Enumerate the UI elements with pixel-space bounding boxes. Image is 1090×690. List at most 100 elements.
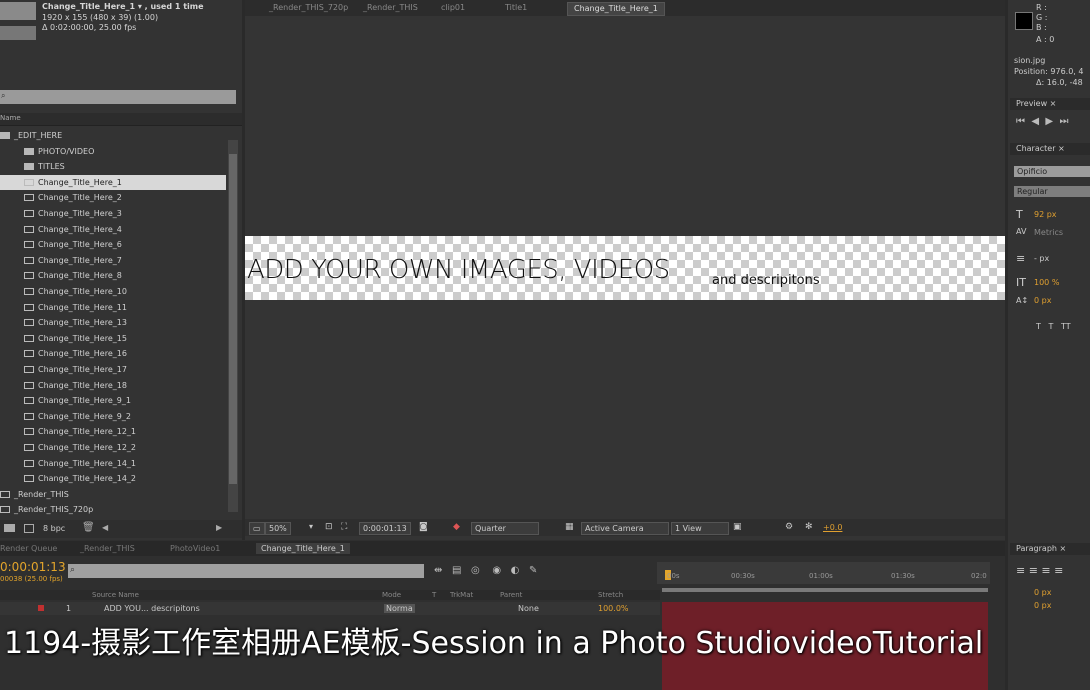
tree-item[interactable]: Change_Title_Here_12_2 <box>0 440 226 455</box>
tree-item[interactable]: Change_Title_Here_3 <box>0 206 226 221</box>
play-icon[interactable]: ▶ <box>1045 116 1053 127</box>
layer-parent-select[interactable]: None <box>518 604 539 613</box>
col-trkmat[interactable]: TrkMat <box>450 591 473 599</box>
scrollbar-thumb[interactable] <box>229 154 237 484</box>
paragraph-panel-header[interactable]: Paragraph × <box>1010 543 1090 555</box>
tree-item[interactable]: Change_Title_Here_14_1 <box>0 456 226 471</box>
project-search-input[interactable]: ⌕ <box>0 90 236 104</box>
timeline-search-input[interactable]: ⌕ <box>68 564 424 578</box>
tree-item[interactable]: Change_Title_Here_10 <box>0 284 226 299</box>
tree-item[interactable]: Change_Title_Here_16 <box>0 346 226 361</box>
tree-item[interactable]: Change_Title_Here_8 <box>0 268 226 283</box>
tree-item[interactable]: Change_Title_Here_13 <box>0 315 226 330</box>
camera-snapshot-icon[interactable]: ◙ <box>419 522 428 532</box>
shy-icon[interactable]: ◎ <box>471 565 480 576</box>
tree-item[interactable]: Change_Title_Here_9_2 <box>0 409 226 424</box>
exposure-value[interactable]: +0.0 <box>823 523 842 532</box>
comp-subtitle-text[interactable]: and descripitons <box>712 273 820 288</box>
folder-icon[interactable] <box>4 524 15 532</box>
tree-item[interactable]: Change_Title_Here_17 <box>0 362 226 377</box>
layer-mode-select[interactable]: Norma <box>384 604 415 613</box>
tab-render-queue[interactable]: Render Queue <box>0 543 57 554</box>
tree-item[interactable]: Change_Title_Here_11 <box>0 300 226 315</box>
comp-title-text[interactable]: ADD YOUR OWN IMAGES, VIDEOS <box>247 255 670 285</box>
indent-first-value[interactable]: 0 px <box>1034 601 1051 610</box>
view-layout-select[interactable]: 1 View <box>671 522 729 535</box>
comp-mini-flowchart-icon[interactable]: ⇹ <box>434 565 442 576</box>
tree-item[interactable]: _EDIT_HERE <box>0 128 62 143</box>
vertical-scale-value[interactable]: 100 % <box>1034 278 1059 287</box>
timeline-layer-row[interactable]: 1 ADD YOU... descripitons Norma None 100… <box>0 602 660 615</box>
resolution-select[interactable]: Quarter <box>471 522 539 535</box>
col-mode[interactable]: Mode <box>382 591 401 599</box>
new-comp-icon[interactable] <box>24 524 34 533</box>
fit-icon[interactable]: ⊡ <box>325 522 333 532</box>
preview-panel-header[interactable]: Preview × <box>1010 98 1090 110</box>
scroll-right-icon[interactable]: ▶ <box>216 523 222 532</box>
bpc-label[interactable]: 8 bpc <box>43 524 65 533</box>
col-parent[interactable]: Parent <box>500 591 522 599</box>
layer-label-color[interactable] <box>38 605 44 611</box>
tab-change-title-1[interactable]: Change_Title_Here_1 <box>256 543 350 554</box>
baseline-value[interactable]: 0 px <box>1034 296 1051 305</box>
timeline-ruler[interactable]: 00s 00:30s 01:00s 01:30s 02:0 <box>657 562 990 584</box>
frame-blend-icon[interactable]: ◉ <box>492 565 501 576</box>
project-column-header[interactable]: Name <box>0 113 242 126</box>
tree-item[interactable]: TITLES <box>12 159 65 174</box>
first-frame-icon[interactable]: ⏮ <box>1016 116 1025 127</box>
graph-editor-icon[interactable]: ✎ <box>529 565 537 576</box>
trash-icon[interactable]: 🗑 <box>82 522 95 533</box>
camera-select[interactable]: Active Camera <box>581 522 669 535</box>
tree-item[interactable]: PHOTO/VIDEO <box>12 144 94 159</box>
faux-style-icons[interactable]: T T TT <box>1036 322 1071 331</box>
tree-item[interactable]: Change_Title_Here_1 <box>0 174 226 190</box>
tree-item[interactable]: Change_Title_Here_7 <box>0 253 226 268</box>
tree-item[interactable]: Change_Title_Here_4 <box>0 222 226 237</box>
timeline-current-time[interactable]: 0:00:01:13 <box>0 560 66 574</box>
col-t[interactable]: T <box>432 591 436 599</box>
tree-item[interactable]: Change_Title_Here_12_1 <box>0 424 226 439</box>
next-frame-icon[interactable]: ⏭ <box>1059 116 1068 127</box>
motion-blur-icon[interactable]: ◐ <box>511 565 520 576</box>
exposure-icon[interactable]: ✻ <box>805 522 813 532</box>
indent-left-value[interactable]: 0 px <box>1034 588 1051 597</box>
viewer-tab-render[interactable]: _Render_THIS <box>363 2 418 14</box>
font-size-value[interactable]: 92 px <box>1034 210 1057 219</box>
tab-render-this[interactable]: _Render_THIS <box>80 543 135 554</box>
tree-item[interactable]: _Render_THIS_720p <box>0 502 93 517</box>
tree-item[interactable]: Change_Title_Here_2 <box>0 190 226 205</box>
layer-name[interactable]: ADD YOU... descripitons <box>104 604 200 613</box>
draft-3d-icon[interactable]: ▤ <box>452 565 461 576</box>
tree-item[interactable]: _Render_THIS <box>0 487 69 502</box>
leading-value[interactable]: - px <box>1034 254 1049 263</box>
timecode-field[interactable]: 0:00:01:13 <box>359 522 411 535</box>
tree-item[interactable]: Change_Title_Here_15 <box>0 331 226 346</box>
col-source-name[interactable]: Source Name <box>92 591 139 599</box>
tree-item[interactable]: Change_Title_Here_6 <box>0 237 226 252</box>
zoom-select[interactable]: 50% <box>265 522 291 535</box>
tab-photovideo1[interactable]: PhotoVideo1 <box>170 543 220 554</box>
scroll-left-icon[interactable]: ◀ <box>102 523 108 532</box>
tree-item[interactable]: Change_Title_Here_14_2 <box>0 471 226 486</box>
chevron-down-icon[interactable]: ▾ <box>309 522 313 531</box>
comp-name-info[interactable]: Change_Title_Here_1 ▾ , used 1 time <box>42 2 204 11</box>
character-panel-header[interactable]: Character × <box>1010 143 1090 155</box>
layer-stretch-value[interactable]: 100.0% <box>598 604 629 613</box>
tree-item[interactable]: Change_Title_Here_9_1 <box>0 393 226 408</box>
work-area-bar[interactable] <box>662 588 988 592</box>
region-icon[interactable]: ⛶ <box>341 522 347 532</box>
toggle-pixel-icon[interactable]: ▣ <box>733 522 742 532</box>
project-scrollbar[interactable] <box>228 140 238 512</box>
viewer-tab-change-title[interactable]: Change_Title_Here_1 <box>567 2 665 16</box>
col-stretch[interactable]: Stretch <box>598 591 623 599</box>
viewer-tab-render-720p[interactable]: _Render_THIS_720p <box>269 2 348 14</box>
font-family-select[interactable]: Opificio <box>1014 166 1090 177</box>
channel-icon[interactable]: ◆ <box>453 522 460 532</box>
viewer-tab-title1[interactable]: Title1 <box>505 2 527 14</box>
flowchart-icon[interactable]: ⚙ <box>785 522 793 532</box>
viewer-tab-clip01[interactable]: clip01 <box>441 2 465 14</box>
transparency-grid-icon[interactable]: ▦ <box>565 522 574 532</box>
align-buttons-icon[interactable]: ≡ ≡ ≡ ≡ <box>1016 564 1063 577</box>
font-style-select[interactable]: Regular <box>1014 186 1090 197</box>
kerning-value[interactable]: Metrics <box>1034 228 1063 237</box>
